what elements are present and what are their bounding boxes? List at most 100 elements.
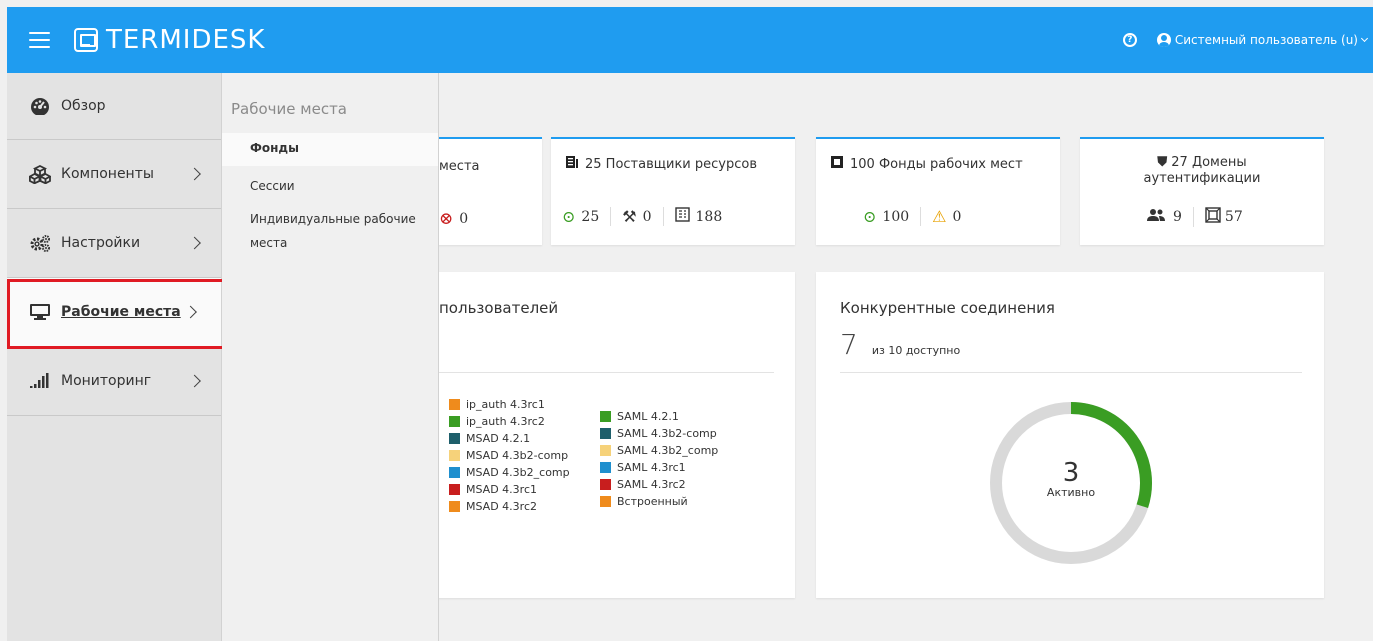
legend-item[interactable]: MSAD 4.3b2-comp [449,447,570,464]
legend-label: MSAD 4.3b2-comp [466,449,569,462]
legend-label: SAML 4.3rc2 [617,478,686,491]
legend-swatch [600,462,611,473]
tools-icon: ⚒ [622,207,637,226]
users-count: 9 [1173,209,1182,225]
users-panel: пользователей ip_auth 4.3rc1 ip_auth 4.3r… [439,272,795,598]
legend-label: SAML 4.2.1 [617,410,679,423]
legend-column-1: ip_auth 4.3rc1 ip_auth 4.3rc2 MSAD 4.2.1 MS… [449,396,570,515]
sidebar-item-monitoring[interactable]: Мониторинг [7,347,221,416]
submenu-item-sessions[interactable]: Сессии [222,174,438,199]
chevron-right-icon [184,305,197,319]
pools-card[interactable]: 100 Фонды рабочих мест ⊙ 100 ⚠ 0 [816,137,1060,245]
chevron-right-icon [188,167,201,181]
panel-title: Конкурентные соединения [840,299,1055,317]
legend-item[interactable]: SAML 4.3rc1 [600,459,718,476]
active-count: 3 [1062,458,1080,488]
legend-item[interactable]: ip_auth 4.3rc1 [449,396,570,413]
sidebar-item-label: Рабочие места [61,304,181,320]
warning-icon: ⚠ [932,207,947,226]
legend-label: MSAD 4.2.1 [466,432,531,445]
legend-swatch [449,416,460,427]
connections-summary: 7 из 10 доступно [840,328,960,361]
active-label: Активно [1046,486,1096,499]
card-stats: 9 57 [1136,207,1254,227]
sidebar-item-label: Обзор [61,98,106,114]
check-circle-icon: ⊙ [562,207,576,226]
help-icon[interactable]: ? [1122,33,1137,47]
legend-item[interactable]: SAML 4.2.1 [600,408,718,425]
panel-title: пользователей [439,299,559,317]
card-stats: ⊙ 25 ⚒ 0 188 [551,207,733,226]
sidebar-item-components[interactable]: Компоненты [7,140,221,209]
legend-item[interactable]: MSAD 4.2.1 [449,430,570,447]
domains-card[interactable]: ⛊ 27 Домены аутентификации 9 57 [1080,137,1324,245]
submenu-title: Рабочие места [231,100,347,118]
legend-item[interactable]: MSAD 4.3rc2 [449,498,570,515]
dashboard-main: места ⊗ 0 25 Поставщики ресурсов ⊙ 25 ⚒ 0 … [439,73,1373,641]
connections-panel: Конкурентные соединения 7 из 10 доступно… [816,272,1324,598]
divider [840,372,1302,373]
legend-swatch [600,445,611,456]
legend-label: SAML 4.3b2-comp [617,427,717,440]
divider [439,372,774,373]
sidebar: Обзор Компоненты Настройки Рабочие места… [7,73,222,641]
submenu-item-pools[interactable]: Фонды [222,133,438,166]
legend-swatch [600,428,611,439]
monitor-logo-icon [74,28,98,52]
user-icon[interactable] [1156,33,1171,47]
submenu-item-individual-workplaces[interactable]: Индивидуальные рабочие места [222,207,438,255]
providers-title: 25 Поставщики ресурсов [585,156,757,172]
stat-warning: ⚠ 0 [920,207,972,226]
legend-swatch [449,433,460,444]
top-header: TERMIDESK ? Системный пользователь (u) [7,7,1373,73]
desktop-icon [29,303,51,321]
card-stats: ⊗ 0 [439,209,468,229]
sidebar-item-overview[interactable]: Обзор [7,73,221,140]
sidebar-item-label: Настройки [61,235,141,251]
user-menu[interactable]: Системный пользователь (u) [1175,33,1358,47]
sidebar-item-label: Компоненты [61,166,154,182]
sidebar-item-settings[interactable]: Настройки [7,209,221,278]
cubes-icon [29,164,51,184]
templates-count: 188 [695,208,723,225]
card-title: места [439,159,480,174]
legend-item[interactable]: MSAD 4.3rc1 [449,481,570,498]
stat-templates: 188 [662,207,734,226]
legend-item[interactable]: ip_auth 4.3rc2 [449,413,570,430]
legend-label: Встроенный [617,495,688,508]
legend-item[interactable]: Встроенный [600,493,718,510]
available-text: из 10 доступно [871,344,961,357]
current-connections: 7 [840,328,858,361]
card-title: 100 Фонды рабочих мест [830,155,1023,173]
legend-label: SAML 4.3b2_comp [617,444,719,457]
legend-item[interactable]: MSAD 4.3b2_comp [449,464,570,481]
ok-count: 100 [882,208,910,225]
shield-icon: ⛊ [1157,155,1168,170]
card-title: 25 Поставщики ресурсов [565,155,757,173]
workplaces-card[interactable]: места ⊗ 0 [439,137,542,245]
legend-label: MSAD 4.3rc2 [466,500,537,513]
donut-center: 3 Активно [986,460,1156,499]
group-box-icon [1205,207,1221,227]
users-icon [1147,208,1165,226]
menu-toggle-icon[interactable] [29,32,50,48]
legend-item[interactable]: SAML 4.3b2_comp [600,442,718,459]
legend-swatch [449,467,460,478]
providers-card[interactable]: 25 Поставщики ресурсов ⊙ 25 ⚒ 0 188 [551,137,795,245]
header-actions: ? Системный пользователь (u) [1122,33,1369,47]
brand-logo[interactable]: TERMIDESK [74,25,265,55]
sidebar-item-workplaces[interactable]: Рабочие места [7,278,221,347]
chevron-right-icon [188,236,201,250]
legend-item[interactable]: SAML 4.3b2-comp [600,425,718,442]
groups-count: 57 [1224,209,1243,225]
sidebar-item-label: Мониторинг [61,373,152,389]
legend-column-2: SAML 4.2.1 SAML 4.3b2-comp SAML 4.3b2_comp… [600,408,718,510]
chip-icon [830,155,844,173]
server-icon [565,155,579,173]
legend-swatch [600,411,611,422]
chevron-down-icon[interactable] [1360,34,1369,43]
warning-count: 0 [952,208,962,225]
stat-ok: ⊙ 25 [551,207,610,226]
legend-label: ip_auth 4.3rc1 [466,398,545,411]
legend-item[interactable]: SAML 4.3rc2 [600,476,718,493]
